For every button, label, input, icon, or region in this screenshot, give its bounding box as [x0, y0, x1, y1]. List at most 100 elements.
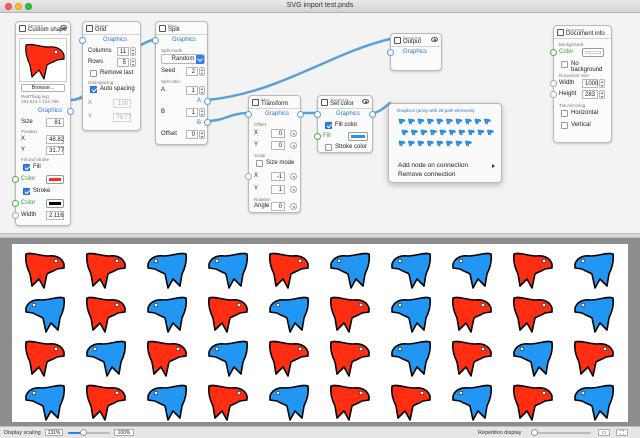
rows-stepper[interactable]	[130, 58, 136, 67]
fit-view-button[interactable]: ▭	[598, 429, 610, 436]
zoom-slider-knob[interactable]	[80, 429, 87, 436]
angle-pin[interactable]	[290, 203, 297, 210]
custom-shape-node[interactable]: Element Custom shape Browse... RedThing.…	[12, 21, 74, 226]
red-shape	[207, 384, 248, 421]
node-header[interactable]: Filter Split	[156, 22, 207, 35]
fill-color-checkbox[interactable]	[325, 122, 332, 129]
wire-split-b-to-transform[interactable]	[205, 111, 250, 123]
scale-y-field[interactable]: 1	[271, 185, 285, 194]
doc-height-stepper[interactable]	[599, 90, 605, 99]
eye-icon[interactable]	[362, 99, 369, 104]
columns-field[interactable]: 11	[117, 47, 129, 56]
repetition-slider-knob[interactable]	[531, 429, 538, 436]
doc-width-field[interactable]: 1000	[582, 79, 598, 88]
zoom-reset-button[interactable]: 100%	[114, 429, 134, 436]
scale-x-input-port[interactable]	[245, 173, 252, 180]
ratio-a-stepper[interactable]	[199, 86, 205, 95]
offset-stepper[interactable]	[199, 130, 205, 139]
offset-y-pin[interactable]	[290, 142, 297, 149]
document-info-node[interactable]: Document Document info Background Color …	[550, 25, 612, 143]
connection-popup[interactable]: Graphics (array with 28 path elements) A…	[388, 103, 502, 183]
stroke-checkbox[interactable]	[23, 188, 30, 195]
no-background-checkbox[interactable]	[561, 61, 568, 68]
scale-x-field[interactable]: -1	[271, 172, 285, 181]
horizontal-checkbox[interactable]	[561, 110, 568, 117]
fill-input-port[interactable]	[314, 133, 321, 140]
node-header[interactable]: Transform Set color	[318, 96, 372, 109]
stroke-color-input-port[interactable]	[12, 200, 19, 207]
preview-area[interactable]	[0, 238, 640, 426]
doc-height-field[interactable]: 283	[582, 90, 598, 99]
x-field[interactable]: 48.82	[46, 135, 64, 144]
display-scaling-field[interactable]: 131%	[45, 429, 63, 436]
angle-field[interactable]: 0	[271, 202, 285, 211]
graphics-input-port[interactable]	[152, 37, 159, 44]
fill-checkbox[interactable]	[23, 164, 30, 171]
columns-stepper[interactable]	[130, 47, 136, 56]
node-header[interactable]: Element Custom shape	[16, 22, 70, 35]
graphics-output-port[interactable]	[67, 108, 74, 115]
height-input-port[interactable]	[550, 91, 557, 98]
blue-shape	[208, 340, 249, 377]
ratio-b-field[interactable]: 1	[186, 108, 198, 117]
repetition-slider-track[interactable]	[531, 432, 591, 434]
node-header[interactable]: Filter Transform	[249, 96, 300, 109]
vertical-checkbox[interactable]	[561, 122, 568, 129]
transform-node[interactable]: Filter Transform Graphics Offset X 0 Y 0 S…	[245, 95, 304, 213]
split-mode-select[interactable]: Random	[161, 54, 205, 64]
background-color-input-port[interactable]	[550, 49, 557, 56]
stroke-color-checkbox[interactable]	[325, 144, 332, 151]
fill-color-input-port[interactable]	[12, 176, 19, 183]
graphics-input-port[interactable]	[387, 49, 394, 56]
y-field[interactable]: 31.77	[46, 146, 64, 155]
offset-y-field[interactable]: 0	[271, 141, 285, 150]
add-node-on-connection-item[interactable]: Add node on connection	[398, 162, 468, 169]
browse-button[interactable]: Browse...	[21, 84, 65, 92]
output-a-port[interactable]	[204, 98, 211, 105]
wire-split-a-to-output[interactable]	[205, 37, 392, 102]
offset-x-pin[interactable]	[290, 130, 297, 137]
seed-field[interactable]: 2	[186, 67, 198, 76]
graphics-input-port[interactable]	[79, 37, 86, 44]
fill-color-swatch[interactable]	[348, 132, 368, 141]
size-mode-checkbox[interactable]	[256, 160, 263, 167]
node-header[interactable]: Document Output	[391, 34, 441, 47]
node-header[interactable]: Repeat Grid	[83, 22, 140, 35]
split-node[interactable]: Filter Split Graphics Split mode Random …	[152, 21, 211, 145]
remove-connection-item[interactable]: Remove connection	[398, 171, 455, 178]
background-color-swatch[interactable]	[582, 48, 604, 57]
offset-x-field[interactable]: 0	[271, 129, 285, 138]
output-node[interactable]: Document Output Graphics	[387, 33, 442, 71]
width-field[interactable]: 2.116	[46, 211, 64, 220]
width-input-port[interactable]	[550, 80, 557, 87]
fill-color-swatch[interactable]	[46, 175, 64, 184]
thumbnail-shape	[468, 129, 475, 136]
auto-spacing-checkbox[interactable]	[90, 86, 97, 93]
ratio-b-stepper[interactable]	[199, 108, 205, 117]
size-field[interactable]: 81	[46, 118, 64, 127]
document-preview	[12, 244, 628, 422]
set-color-node[interactable]: Transform Set color Graphics Fill color …	[314, 95, 376, 153]
offset-field[interactable]: 0	[186, 130, 198, 139]
stroke-color-swatch[interactable]	[46, 199, 64, 208]
graphics-input-port[interactable]	[245, 111, 252, 118]
ratio-a-field[interactable]: 1	[186, 86, 198, 95]
node-editor[interactable]: Element Custom shape Browse... RedThing.…	[0, 13, 640, 233]
output-a-label: A	[196, 98, 201, 104]
scale-x-pin[interactable]	[290, 173, 297, 180]
fullscreen-button[interactable]: ⛶	[616, 429, 628, 436]
scale-y-pin[interactable]	[290, 186, 297, 193]
graphics-output-port[interactable]	[369, 111, 376, 118]
rows-field[interactable]: 5	[117, 58, 129, 67]
remove-last-checkbox[interactable]	[90, 70, 97, 77]
doc-width-stepper[interactable]	[599, 79, 605, 88]
grid-node[interactable]: Repeat Grid Graphics Columns 11 Rows 5 Rem…	[79, 21, 141, 131]
eye-icon[interactable]	[60, 25, 67, 30]
seed-stepper[interactable]	[199, 67, 205, 76]
node-header[interactable]: Document Document info	[554, 26, 611, 39]
eye-icon[interactable]	[431, 37, 438, 42]
graphics-output-port[interactable]	[297, 111, 304, 118]
output-b-port[interactable]	[204, 119, 211, 126]
graphics-input-port[interactable]	[314, 111, 321, 118]
width-input-port[interactable]	[12, 212, 19, 219]
